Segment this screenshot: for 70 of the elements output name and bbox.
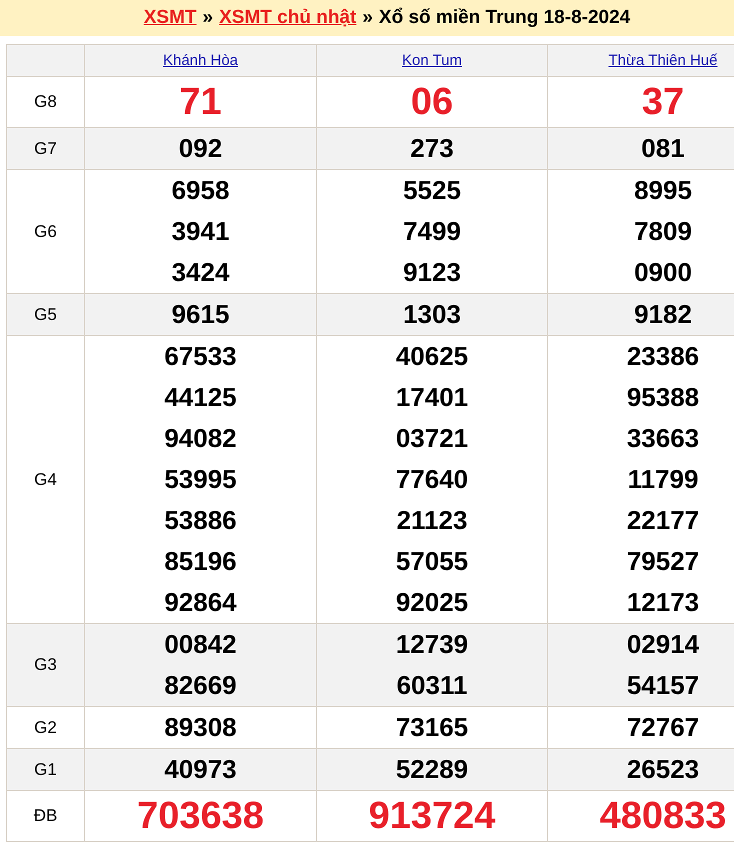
lottery-number: 5525	[403, 175, 461, 205]
lottery-number: 92864	[164, 587, 237, 617]
lottery-number: 22177	[626, 505, 700, 535]
lottery-number: 72767	[626, 712, 700, 742]
lottery-number: 92025	[396, 587, 468, 617]
breadcrumb-text: »	[202, 7, 214, 29]
lottery-number: 94082	[164, 423, 237, 453]
lottery-number: 11799	[628, 464, 698, 494]
prize-label: G7	[34, 138, 57, 158]
lottery-number: 17401	[396, 382, 468, 412]
lottery-number: 9182	[634, 299, 692, 329]
lottery-number: 40625	[396, 341, 468, 371]
lottery-number: 53995	[164, 464, 237, 494]
lottery-number: 00842	[164, 629, 237, 659]
lottery-number: 02914	[626, 629, 700, 659]
lottery-number: 6958	[172, 175, 230, 205]
breadcrumb-text: »	[362, 7, 373, 29]
lottery-number: 081	[641, 133, 685, 163]
lottery-number: 60311	[396, 670, 468, 700]
prize-label: G5	[34, 304, 57, 324]
lottery-number: 26523	[626, 754, 700, 784]
lottery-number: 89308	[164, 712, 237, 742]
lottery-number: 03721	[396, 423, 468, 453]
lottery-number: 9123	[403, 257, 461, 287]
lottery-number: 273	[410, 133, 454, 163]
lottery-number: 57055	[396, 546, 468, 576]
lottery-number: 092	[178, 133, 222, 163]
breadcrumb-text: Xổ số miền Trung 18-8-2024	[378, 7, 630, 29]
lottery-number: 1303	[403, 299, 461, 329]
province-link[interactable]: Khánh Hòa	[162, 52, 238, 68]
lottery-number: 53886	[164, 505, 237, 535]
prize-label: G8	[34, 92, 57, 111]
lottery-number: 12173	[626, 587, 700, 617]
lottery-number: 44125	[164, 382, 237, 412]
lottery-number: 3941	[172, 216, 230, 246]
lottery-number: 7809	[634, 216, 692, 246]
lottery-number: 73165	[396, 712, 468, 742]
lottery-number: 9615	[172, 299, 230, 329]
lottery-number: 85196	[164, 546, 237, 576]
lottery-number: 21123	[396, 505, 468, 535]
lottery-number: 12739	[396, 629, 468, 659]
lottery-number: 23386	[626, 341, 700, 371]
lottery-number: 7499	[403, 216, 461, 246]
lottery-number: 913724	[368, 795, 496, 837]
lottery-number: 480833	[600, 795, 726, 837]
lottery-number: 54157	[626, 670, 700, 700]
prize-label: G1	[34, 760, 57, 778]
breadcrumb-link[interactable]: XSMT chủ nhật	[219, 7, 356, 29]
breadcrumb-link[interactable]: XSMT	[144, 7, 197, 29]
lottery-number: 82669	[164, 670, 237, 700]
lottery-number: 95388	[626, 382, 700, 412]
prize-label: G6	[34, 222, 57, 240]
lottery-number: 703638	[137, 795, 264, 837]
prize-label: G3	[34, 655, 57, 674]
lottery-number: 06	[410, 81, 454, 123]
lottery-number: 37	[642, 81, 684, 123]
prize-label: G4	[34, 470, 57, 488]
lottery-number: 67533	[164, 341, 237, 371]
lottery-number: 33663	[626, 423, 700, 453]
lottery-number: 8995	[634, 175, 692, 205]
lottery-number: 3424	[172, 257, 230, 287]
lottery-number: 0900	[634, 257, 692, 287]
prize-label: ĐB	[34, 806, 58, 825]
lottery-number: 40973	[164, 754, 237, 784]
lottery-number: 77640	[396, 464, 468, 494]
lottery-number: 79527	[626, 546, 700, 576]
province-link[interactable]: Kon Tum	[402, 52, 462, 68]
lottery-number: 71	[179, 81, 222, 123]
prize-label: G2	[34, 718, 57, 736]
lottery-number: 52289	[396, 754, 468, 784]
